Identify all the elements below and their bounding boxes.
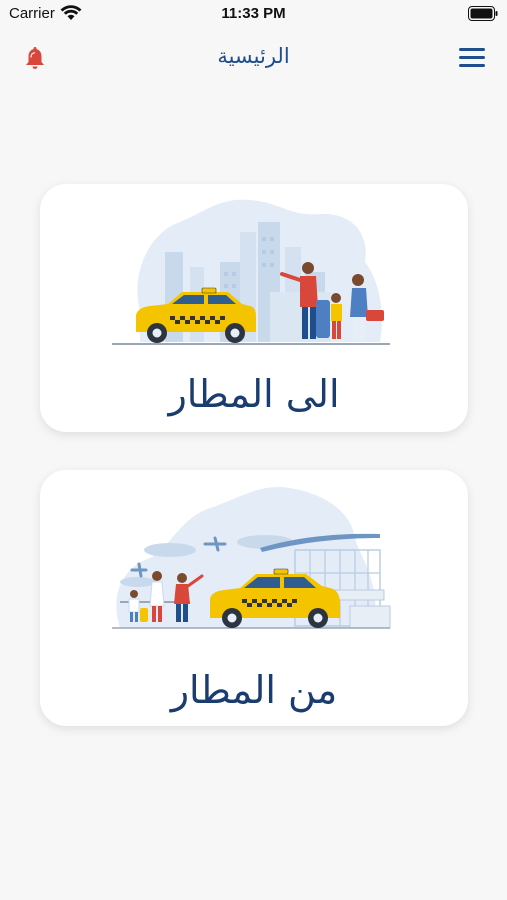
hamburger-menu-icon[interactable]: [459, 48, 485, 72]
from-airport-label: من المطار: [170, 668, 338, 712]
status-bar: Carrier 11:33 PM: [0, 0, 507, 28]
menu-line: [459, 48, 485, 51]
menu-line: [459, 64, 485, 67]
taxi-from-airport-illustration: [112, 487, 391, 629]
to-airport-label: الى المطار: [168, 372, 340, 416]
page-title: الرئيسية: [217, 44, 290, 68]
taxi-to-airport-illustration: [112, 199, 390, 345]
battery-icon: [468, 6, 498, 21]
from-airport-card[interactable]: من المطار: [40, 470, 468, 726]
top-navigation-bar: الرئيسية: [0, 28, 507, 92]
to-airport-card[interactable]: الى المطار: [40, 184, 468, 432]
clock: 11:33 PM: [221, 5, 286, 22]
menu-line: [459, 56, 485, 59]
